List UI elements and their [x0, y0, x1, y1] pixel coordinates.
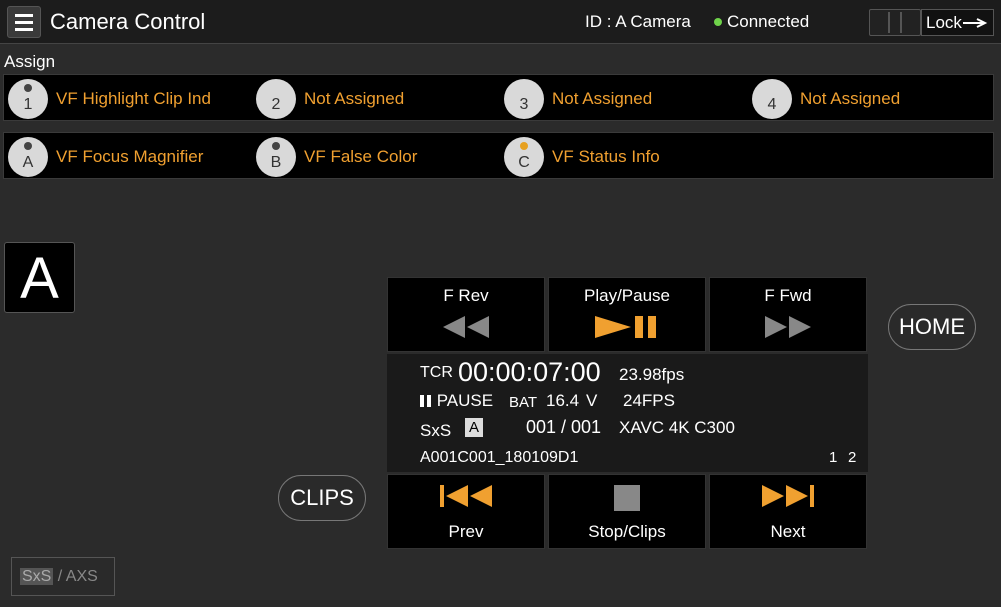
stop-clips-button[interactable]: Stop/Clips	[548, 474, 706, 549]
media-toggle-button[interactable]: SxS / AXS	[11, 557, 115, 596]
clips-button[interactable]: CLIPS	[278, 475, 366, 521]
slot-badge: A	[465, 418, 484, 437]
lock-button[interactable]: Lock	[921, 9, 994, 36]
rewind-icon	[443, 316, 489, 338]
assign-function-name: VF False Color	[304, 147, 418, 166]
assign-section-label: Assign	[4, 52, 56, 71]
led-indicator-icon	[272, 142, 280, 150]
clip-name: A001C001_180109D1	[420, 449, 579, 466]
hamburger-icon	[15, 13, 33, 17]
led-indicator-icon	[520, 142, 528, 150]
battery-value: 16.4	[546, 391, 580, 410]
assign-function-name: Not Assigned	[304, 89, 405, 108]
assign-button-4[interactable]: 4 Not Assigned	[752, 79, 992, 119]
assign-key-badge: 3	[504, 79, 544, 119]
assign-row-2: A VF Focus Magnifier B VF False Color C …	[3, 132, 994, 179]
battery-unit: V	[586, 391, 598, 410]
play-pause-label: Play/Pause	[584, 286, 670, 305]
play-pause-icon	[595, 316, 656, 338]
codec: XAVC 4K C300	[619, 418, 735, 437]
fast-rewind-label: F Rev	[443, 286, 489, 305]
lock-label: Lock	[926, 13, 962, 32]
skip-previous-icon	[440, 485, 492, 507]
prev-button[interactable]: Prev	[387, 474, 545, 549]
connection-status: Connected	[714, 12, 809, 32]
playback-state: PAUSE	[420, 391, 493, 411]
assign-key-badge: A	[8, 137, 48, 177]
frame-rate: 23.98fps	[619, 365, 685, 384]
page-1[interactable]: 1	[829, 449, 837, 466]
fast-forward-icon	[765, 316, 811, 338]
assign-function-name: VF Highlight Clip Ind	[56, 89, 211, 108]
assign-function-name: VF Status Info	[552, 147, 660, 166]
toggle-knob	[888, 12, 902, 33]
led-indicator-icon	[24, 142, 32, 150]
fast-forward-button[interactable]: F Fwd	[709, 277, 867, 352]
play-pause-button[interactable]: Play/Pause	[548, 277, 706, 352]
timecode-value: 00:00:07:00	[458, 357, 601, 387]
clip-count: 001 / 001	[526, 417, 602, 437]
led-indicator-icon	[24, 84, 32, 92]
pause-icon	[420, 395, 431, 407]
assign-button-c[interactable]: C VF Status Info	[504, 137, 744, 177]
connection-label: Connected	[727, 12, 810, 31]
record-fps: 24FPS	[623, 391, 675, 410]
assign-key-badge: C	[504, 137, 544, 177]
stop-icon	[614, 485, 640, 511]
page-title: Camera Control	[50, 9, 206, 34]
media-separator: /	[53, 568, 66, 585]
assign-button-a[interactable]: A VF Focus Magnifier	[8, 137, 248, 177]
fast-rewind-button[interactable]: F Rev	[387, 277, 545, 352]
assign-button-3[interactable]: 3 Not Assigned	[504, 79, 744, 119]
assign-function-name: VF Focus Magnifier	[56, 147, 204, 166]
media-type: SxS	[420, 421, 452, 440]
assign-key-badge: B	[256, 137, 296, 177]
axs-option: AXS	[65, 568, 98, 585]
home-button[interactable]: HOME	[888, 304, 976, 350]
camera-letter-badge: A	[4, 242, 75, 313]
assign-function-name: Not Assigned	[800, 89, 901, 108]
status-panel: TCR 00:00:07:00 23.98fps PAUSE BAT 16.4 …	[387, 354, 868, 472]
assign-button-2[interactable]: 2 Not Assigned	[256, 79, 496, 119]
sxs-option: SxS	[20, 568, 54, 585]
connected-dot-icon	[714, 18, 722, 26]
assign-function-name: Not Assigned	[552, 89, 653, 108]
assign-button-b[interactable]: B VF False Color	[256, 137, 496, 177]
menu-button[interactable]	[7, 6, 41, 38]
header-bar: Camera Control ID : A Camera Connected L…	[0, 0, 1001, 44]
next-button[interactable]: Next	[709, 474, 867, 549]
next-label: Next	[770, 522, 806, 541]
timecode-label: TCR	[420, 364, 453, 381]
assign-row-1: 1 VF Highlight Clip Ind 2 Not Assigned 3…	[3, 74, 994, 121]
lock-toggle[interactable]	[869, 9, 921, 36]
battery-label: BAT	[509, 394, 538, 411]
playback-state-label: PAUSE	[436, 391, 494, 410]
assign-key-badge: 2	[256, 79, 296, 119]
assign-key-badge: 1	[8, 79, 48, 119]
prev-label: Prev	[448, 522, 484, 541]
assign-button-1[interactable]: 1 VF Highlight Clip Ind	[8, 79, 248, 119]
page-2[interactable]: 2	[848, 449, 856, 466]
camera-id: ID : A Camera	[585, 12, 691, 31]
assign-key-badge: 4	[752, 79, 792, 119]
skip-next-icon	[762, 485, 814, 507]
stop-clips-label: Stop/Clips	[588, 522, 666, 541]
slide-arrow-icon	[963, 18, 988, 28]
fast-forward-label: F Fwd	[764, 286, 812, 305]
